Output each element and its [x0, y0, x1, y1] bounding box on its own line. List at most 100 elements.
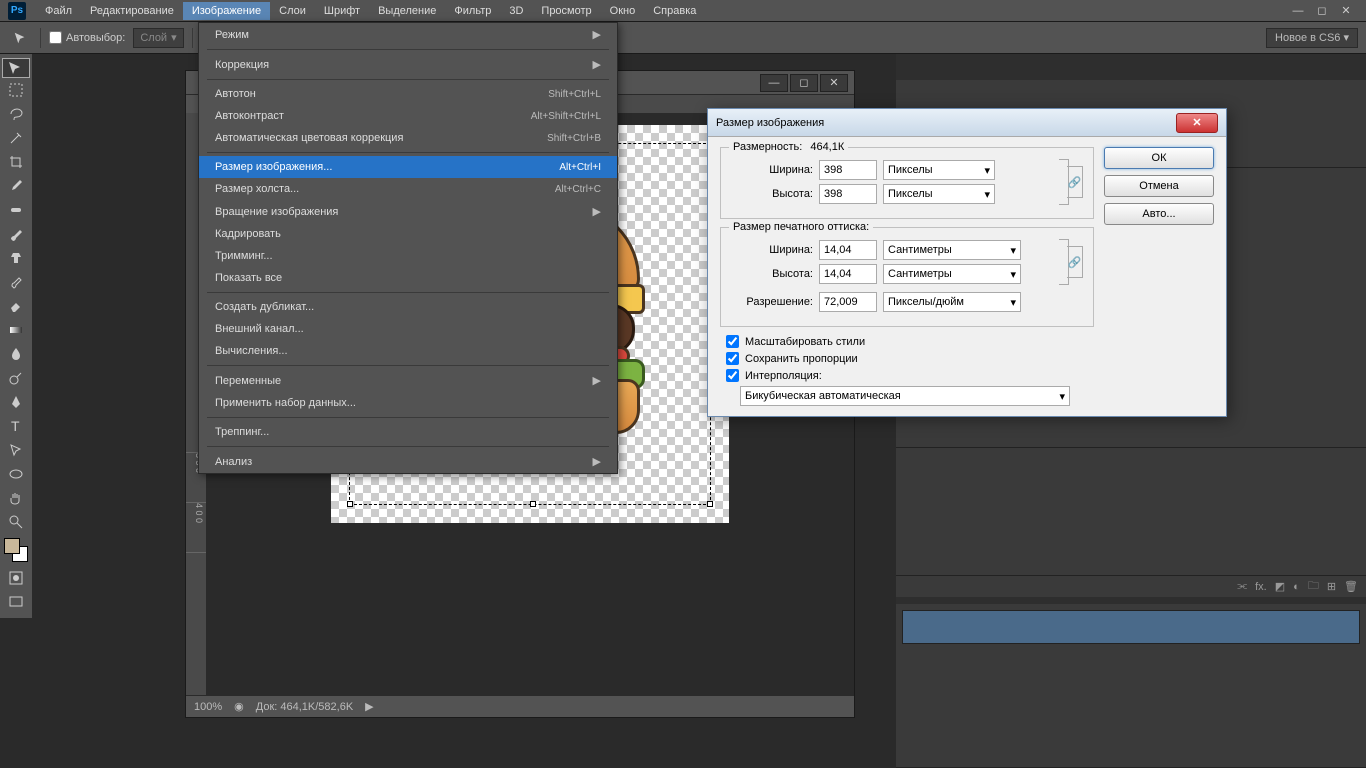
menu-item[interactable]: Размер холста...Alt+Ctrl+C [199, 178, 617, 200]
screen-mode-icon[interactable] [2, 590, 30, 614]
print-size-fieldset: Размер печатного оттиска: Ширина:Сантиме… [720, 227, 1094, 327]
menu-item[interactable]: Анализ▶ [199, 450, 617, 473]
zoom-level[interactable]: 100% [194, 701, 222, 713]
constrain-proportions-checkbox[interactable]: Сохранить пропорции [726, 352, 1094, 365]
print-height-unit[interactable]: Сантиметры▾ [883, 264, 1021, 284]
chevron-right-icon[interactable]: ▶ [365, 700, 373, 713]
menu-edit[interactable]: Редактирование [81, 2, 183, 20]
color-swatch[interactable] [4, 538, 28, 562]
zoom-tool[interactable] [2, 510, 30, 534]
image-menu-dropdown: Режим▶ Коррекция▶ АвтотонShift+Ctrl+LАвток… [198, 22, 618, 474]
pixel-height-unit[interactable]: Пикселы▾ [883, 184, 995, 204]
type-tool[interactable]: T [2, 414, 30, 438]
ellipse-tool[interactable] [2, 462, 30, 486]
menu-item[interactable]: Тримминг... [199, 245, 617, 267]
menu-3d[interactable]: 3D [500, 2, 532, 20]
menu-item[interactable]: Создать дубликат... [199, 296, 617, 318]
dodge-tool[interactable] [2, 366, 30, 390]
print-width-input[interactable] [819, 240, 877, 260]
menu-item[interactable]: Коррекция▶ [199, 53, 617, 76]
doc-minimize-icon[interactable]: — [760, 74, 788, 92]
workspace-dropdown[interactable]: Новое в CS6 ▾ [1266, 28, 1358, 48]
menu-item[interactable]: Кадрировать [199, 223, 617, 245]
spot-heal-tool[interactable] [2, 198, 30, 222]
menu-item[interactable]: Режим▶ [199, 23, 617, 46]
wand-tool[interactable] [2, 126, 30, 150]
fx-icon[interactable]: fx. [1255, 581, 1267, 593]
dialog-titlebar[interactable]: Размер изображения ✕ [708, 109, 1226, 137]
eraser-tool[interactable] [2, 294, 30, 318]
layer-row[interactable] [902, 610, 1360, 644]
layers-toolbar: ⫘ fx. ◩ ◐ 🗀 ⊞ 🗑 [896, 575, 1366, 597]
adjust-icon[interactable]: ◐ [1293, 581, 1300, 593]
print-height-input[interactable] [819, 264, 877, 284]
menu-layers[interactable]: Слои [270, 2, 315, 20]
menu-view[interactable]: Просмотр [532, 2, 600, 20]
gradient-tool[interactable] [2, 318, 30, 342]
cancel-button[interactable]: Отмена [1104, 175, 1214, 197]
auto-button[interactable]: Авто... [1104, 203, 1214, 225]
pen-tool[interactable] [2, 390, 30, 414]
ok-button[interactable]: ОК [1104, 147, 1214, 169]
menu-window[interactable]: Окно [601, 2, 645, 20]
tools-panel: T [0, 54, 32, 618]
blur-tool[interactable] [2, 342, 30, 366]
interpolation-method-dropdown[interactable]: Бикубическая автоматическая▾ [740, 386, 1070, 406]
resolution-input[interactable] [819, 292, 877, 312]
menu-item[interactable]: Применить набор данных... [199, 392, 617, 414]
resolution-unit[interactable]: Пикселы/дюйм▾ [883, 292, 1021, 312]
menu-item[interactable]: Переменные▶ [199, 369, 617, 392]
auto-select-checkbox[interactable]: Автовыбор: [49, 31, 125, 44]
pixel-width-input[interactable] [819, 160, 877, 180]
lasso-tool[interactable] [2, 102, 30, 126]
move-tool[interactable] [2, 58, 30, 78]
marquee-tool[interactable] [2, 78, 30, 102]
crop-tool[interactable] [2, 150, 30, 174]
pixel-height-input[interactable] [819, 184, 877, 204]
menu-image[interactable]: Изображение [183, 2, 270, 20]
menu-item[interactable]: Размер изображения...Alt+Ctrl+I [199, 156, 617, 178]
quick-mask-icon[interactable] [2, 566, 30, 590]
folder-icon[interactable]: 🗀 [1308, 577, 1319, 596]
menu-item[interactable]: Внешний канал... [199, 318, 617, 340]
doc-maximize-icon[interactable]: ◻ [790, 74, 818, 92]
new-layer-icon[interactable]: ⊞ [1327, 580, 1336, 593]
link-icon[interactable]: 🔗 [1067, 246, 1083, 278]
path-select-tool[interactable] [2, 438, 30, 462]
menu-item[interactable]: АвтоконтрастAlt+Shift+Ctrl+L [199, 105, 617, 127]
mask-icon[interactable]: ◩ [1275, 580, 1285, 593]
maximize-icon[interactable]: ◻ [1310, 3, 1334, 19]
eye-icon[interactable]: ◉ [234, 700, 244, 713]
menu-select[interactable]: Выделение [369, 2, 445, 20]
dialog-title: Размер изображения [716, 117, 824, 129]
menu-item[interactable]: Автоматическая цветовая коррекцияShift+C… [199, 127, 617, 149]
menu-type[interactable]: Шрифт [315, 2, 369, 20]
doc-close-icon[interactable]: ✕ [820, 74, 848, 92]
menubar: Ps Файл Редактирование Изображение Слои … [0, 0, 1366, 22]
menu-help[interactable]: Справка [644, 2, 705, 20]
brush-tool[interactable] [2, 222, 30, 246]
hand-tool[interactable] [2, 486, 30, 510]
minimize-icon[interactable]: — [1286, 3, 1310, 19]
menu-item[interactable]: Вычисления... [199, 340, 617, 362]
eyedropper-tool[interactable] [2, 174, 30, 198]
scale-styles-checkbox[interactable]: Масштабировать стили [726, 335, 1094, 348]
dialog-close-button[interactable]: ✕ [1176, 113, 1218, 133]
link-icon[interactable]: 🔗 [1067, 166, 1083, 198]
trash-icon[interactable]: 🗑 [1344, 580, 1358, 593]
menu-file[interactable]: Файл [36, 2, 81, 20]
print-width-unit[interactable]: Сантиметры▾ [883, 240, 1021, 260]
history-brush-tool[interactable] [2, 270, 30, 294]
link-icon[interactable]: ⫘ [1237, 580, 1247, 593]
layers-panel[interactable]: ⫘ fx. ◩ ◐ 🗀 ⊞ 🗑 [896, 578, 1366, 768]
interpolation-checkbox[interactable]: Интерполяция: [726, 369, 1094, 382]
pixel-width-unit[interactable]: Пикселы▾ [883, 160, 995, 180]
menu-filter[interactable]: Фильтр [445, 2, 500, 20]
menu-item[interactable]: Треппинг... [199, 421, 617, 443]
menu-item[interactable]: АвтотонShift+Ctrl+L [199, 83, 617, 105]
clone-tool[interactable] [2, 246, 30, 270]
menu-item[interactable]: Вращение изображения▶ [199, 200, 617, 223]
close-icon[interactable]: ✕ [1334, 3, 1358, 19]
menu-item[interactable]: Показать все [199, 267, 617, 289]
layer-dropdown[interactable]: Слой▾ [133, 28, 183, 48]
